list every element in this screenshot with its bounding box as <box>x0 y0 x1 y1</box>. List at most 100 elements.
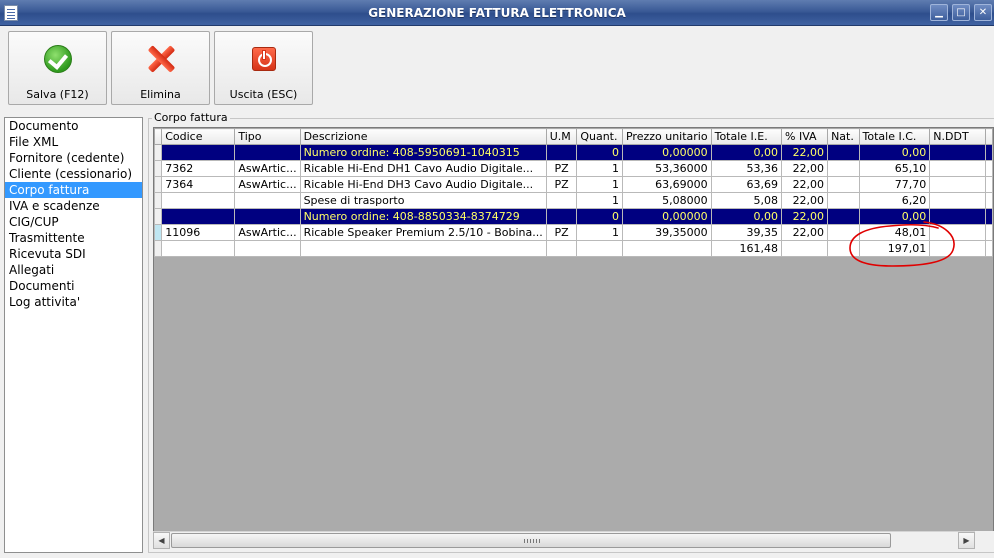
table-cell[interactable]: PZ <box>545 160 578 177</box>
table-cell[interactable]: 0,00000 <box>621 144 712 161</box>
table-cell[interactable] <box>545 240 578 257</box>
table-cell[interactable]: 1 <box>576 176 623 193</box>
section-nav-list[interactable]: Documento File XML Fornitore (cedente) Clie… <box>4 117 143 553</box>
table-cell[interactable]: Numero ordine: 408-5950691-1040315 <box>299 144 547 161</box>
table-cell[interactable]: 22,00 <box>781 224 829 241</box>
table-cell[interactable] <box>929 192 986 209</box>
nav-item-documento[interactable]: Documento <box>5 118 142 134</box>
table-cell[interactable] <box>827 176 860 193</box>
table-cell[interactable]: 77,70 <box>858 176 931 193</box>
column-header-descrizione[interactable]: Descrizione <box>299 128 547 145</box>
table-cell[interactable] <box>929 240 986 257</box>
table-row[interactable]: 7362 AswArtic... Ricable Hi-End DH1 Cavo A… <box>154 160 993 177</box>
table-cell[interactable] <box>234 192 301 209</box>
table-cell[interactable]: 63,69 <box>710 176 783 193</box>
scroll-thumb[interactable] <box>171 533 891 548</box>
nav-item-fornitore-cedente[interactable]: Fornitore (cedente) <box>5 150 142 166</box>
table-cell[interactable]: 0 <box>576 144 623 161</box>
table-cell[interactable]: 22,00 <box>781 208 829 225</box>
table-cell[interactable]: 161,48 <box>710 240 783 257</box>
table-cell[interactable] <box>299 240 547 257</box>
row-indicator[interactable] <box>154 240 163 257</box>
nav-item-cliente-cessionario[interactable]: Cliente (cessionario) <box>5 166 142 182</box>
column-header-n-ddt[interactable]: N.DDT <box>929 128 986 145</box>
nav-item-trasmittente[interactable]: Trasmittente <box>5 230 142 246</box>
table-row[interactable]: 11096 AswArtic... Ricable Speaker Premium … <box>154 224 993 241</box>
table-cell[interactable] <box>929 160 986 177</box>
table-cell[interactable]: 22,00 <box>781 144 829 161</box>
table-cell[interactable]: 22,00 <box>781 160 829 177</box>
table-cell[interactable]: 53,36 <box>710 160 783 177</box>
scroll-right-icon[interactable]: ▶ <box>958 532 975 549</box>
nav-item-file-xml[interactable]: File XML <box>5 134 142 150</box>
table-cell[interactable]: 11096 <box>161 224 236 241</box>
close-button[interactable]: ✕ <box>974 4 992 21</box>
save-button[interactable]: Salva (F12) <box>8 31 107 105</box>
table-cell[interactable]: 197,01 <box>858 240 931 257</box>
table-cell[interactable]: Ricable Hi-End DH3 Cavo Audio Digitale..… <box>299 176 547 193</box>
table-cell[interactable]: 1 <box>576 192 623 209</box>
table-cell[interactable] <box>545 192 578 209</box>
scroll-left-icon[interactable]: ◀ <box>153 532 170 549</box>
nav-item-ricevuta-sdi[interactable]: Ricevuta SDI <box>5 246 142 262</box>
table-cell[interactable] <box>545 208 578 225</box>
table-cell[interactable]: 7364 <box>161 176 236 193</box>
order-header-row[interactable]: Numero ordine: 408-8850334-8374729 0 0,000… <box>154 208 993 225</box>
table-cell[interactable] <box>234 240 301 257</box>
table-cell[interactable] <box>827 160 860 177</box>
exit-button[interactable]: Uscita (ESC) <box>214 31 313 105</box>
table-cell[interactable]: AswArtic... <box>234 160 301 177</box>
table-cell[interactable]: 6,20 <box>858 192 931 209</box>
table-cell[interactable]: PZ <box>545 176 578 193</box>
table-cell[interactable]: 39,35 <box>710 224 783 241</box>
table-cell[interactable] <box>827 144 860 161</box>
table-cell[interactable] <box>929 176 986 193</box>
delete-button[interactable]: Elimina <box>111 31 210 105</box>
table-cell[interactable]: Ricable Speaker Premium 2.5/10 - Bobina.… <box>299 224 547 241</box>
nav-item-log-attivita[interactable]: Log attivita' <box>5 294 142 310</box>
table-cell[interactable]: AswArtic... <box>234 224 301 241</box>
table-cell[interactable] <box>621 240 712 257</box>
row-indicator[interactable] <box>154 192 163 209</box>
table-cell[interactable] <box>576 240 623 257</box>
table-cell[interactable]: 22,00 <box>781 176 829 193</box>
column-header-u-m[interactable]: U.M <box>545 128 578 145</box>
table-cell[interactable] <box>234 144 301 161</box>
table-cell[interactable]: Spese di trasporto <box>299 192 547 209</box>
row-indicator[interactable] <box>154 176 163 193</box>
horizontal-scrollbar[interactable]: ◀ ▶ <box>153 531 975 549</box>
nav-item-cig-cup[interactable]: CIG/CUP <box>5 214 142 230</box>
table-cell[interactable]: 0,00 <box>710 144 783 161</box>
table-cell[interactable] <box>545 144 578 161</box>
row-indicator[interactable] <box>154 208 163 225</box>
nav-item-documenti[interactable]: Documenti <box>5 278 142 294</box>
table-cell[interactable] <box>929 224 986 241</box>
table-cell[interactable]: 53,36000 <box>621 160 712 177</box>
column-header-codice[interactable]: Codice <box>161 128 236 145</box>
table-cell[interactable]: AswArtic... <box>234 176 301 193</box>
row-indicator[interactable] <box>154 224 163 241</box>
table-cell[interactable]: PZ <box>545 224 578 241</box>
column-header-totale-i-c[interactable]: Totale I.C. <box>858 128 931 145</box>
table-cell[interactable] <box>827 208 860 225</box>
table-cell[interactable]: 1 <box>576 160 623 177</box>
table-cell[interactable]: 5,08 <box>710 192 783 209</box>
column-header-tipo[interactable]: Tipo <box>234 128 301 145</box>
table-cell[interactable]: 7362 <box>161 160 236 177</box>
table-cell[interactable]: 0,00 <box>858 144 931 161</box>
nav-item-iva-e-scadenze[interactable]: IVA e scadenze <box>5 198 142 214</box>
table-cell[interactable] <box>929 208 986 225</box>
table-cell[interactable]: 39,35000 <box>621 224 712 241</box>
table-cell[interactable]: Ricable Hi-End DH1 Cavo Audio Digitale..… <box>299 160 547 177</box>
minimize-button[interactable]: ▁ <box>930 4 948 21</box>
table-cell[interactable]: 0 <box>576 208 623 225</box>
table-cell[interactable] <box>161 144 236 161</box>
table-row[interactable]: Spese di trasporto 1 5,08000 5,08 22,00 6,20 <box>154 192 993 209</box>
invoice-lines-grid[interactable]: Codice Tipo Descrizione U.M Quant. Prezzo uni… <box>153 127 994 549</box>
table-cell[interactable]: 0,00000 <box>621 208 712 225</box>
table-cell[interactable]: 1 <box>576 224 623 241</box>
table-row[interactable]: 7364 AswArtic... Ricable Hi-End DH3 Cavo A… <box>154 176 993 193</box>
row-indicator[interactable] <box>154 160 163 177</box>
column-header-nat[interactable]: Nat. <box>827 128 860 145</box>
totals-row[interactable]: 161,48 197,01 <box>154 240 993 257</box>
